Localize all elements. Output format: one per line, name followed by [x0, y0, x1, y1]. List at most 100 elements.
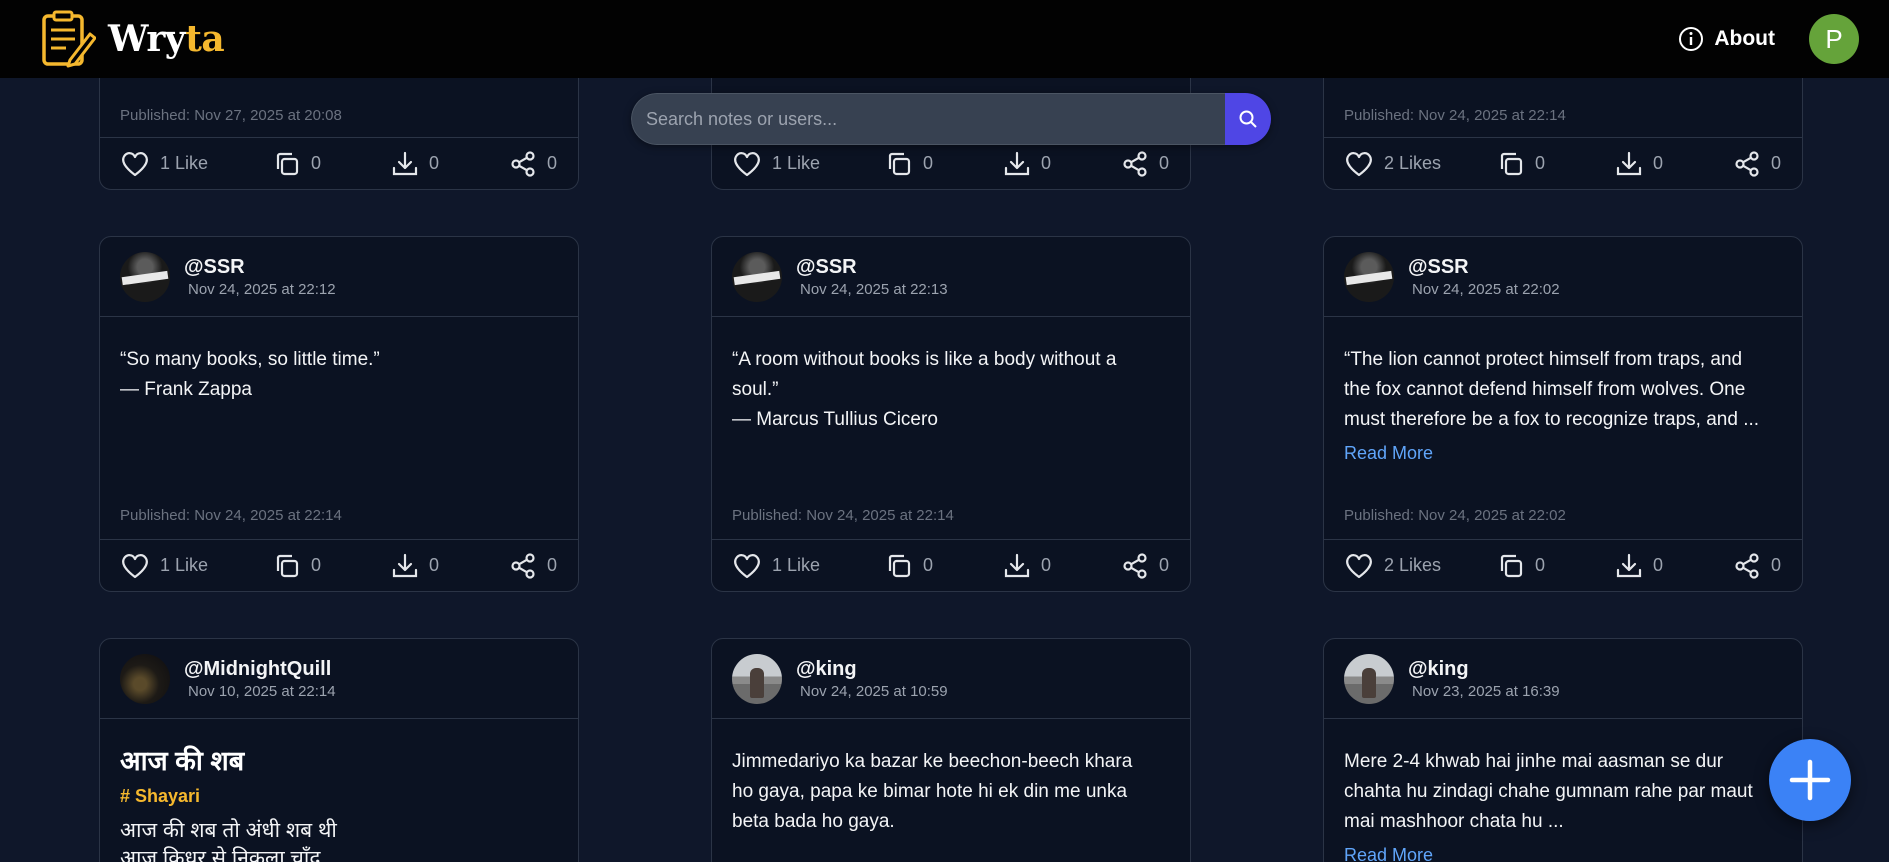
- share-button[interactable]: 0: [509, 552, 557, 580]
- search-button[interactable]: [1225, 93, 1271, 145]
- user-avatar[interactable]: P: [1809, 14, 1859, 64]
- share-icon: [511, 552, 535, 579]
- card-content[interactable]: आज की शब # Shayari आज की शब तो अंधी शब थ…: [100, 719, 578, 862]
- like-button[interactable]: 1 Like: [732, 552, 885, 580]
- download-button[interactable]: 0: [1615, 150, 1733, 178]
- copy-icon: [888, 152, 911, 175]
- copy-button[interactable]: 0: [273, 552, 391, 580]
- like-count: 2 Likes: [1384, 555, 1442, 575]
- copy-button[interactable]: 0: [885, 150, 1003, 178]
- note-line: — Frank Zappa: [120, 379, 252, 400]
- note-line: must therefore be a fox to recognize tra…: [1344, 409, 1760, 430]
- note-line: ho gaya, papa ke bimar hote hi ek din me…: [732, 781, 1128, 802]
- info-icon: [1679, 27, 1704, 51]
- note-card: Published: Nov 24, 2025 at 22:14 2 Likes…: [1323, 60, 1803, 190]
- share-button[interactable]: 0: [1733, 552, 1781, 580]
- about-link[interactable]: About: [1678, 26, 1775, 52]
- share-icon: [511, 150, 535, 177]
- download-button[interactable]: 0: [391, 150, 509, 178]
- card-header: @SSR Nov 24, 2025 at 22:13: [712, 237, 1190, 317]
- add-note-button[interactable]: [1769, 739, 1851, 821]
- published-date: Published: Nov 27, 2025 at 20:08: [120, 107, 342, 124]
- download-button[interactable]: 0: [1003, 150, 1121, 178]
- card-header: @SSR Nov 24, 2025 at 22:02: [1324, 237, 1802, 317]
- brand-name: Wryta: [108, 18, 225, 60]
- read-more-link[interactable]: Read More: [1344, 443, 1433, 464]
- author-username[interactable]: @SSR: [184, 256, 336, 279]
- brand-logo[interactable]: Wryta: [40, 10, 225, 68]
- note-line: beta bada ho gaya.: [732, 811, 895, 832]
- author-username[interactable]: @king: [1408, 658, 1560, 681]
- copy-count: 0: [923, 153, 934, 173]
- heart-icon: [122, 553, 148, 578]
- note-tag[interactable]: # Shayari: [120, 786, 558, 807]
- share-button[interactable]: 0: [509, 150, 557, 178]
- heart-icon: [122, 151, 148, 176]
- notepad-pen-icon: [42, 10, 96, 68]
- author-username[interactable]: @MidnightQuill: [184, 658, 336, 681]
- author-avatar[interactable]: [1344, 251, 1394, 302]
- download-button[interactable]: 0: [1003, 552, 1121, 580]
- note-line: — Marcus Tullius Cicero: [732, 409, 938, 430]
- author-avatar[interactable]: [1344, 653, 1394, 704]
- author-avatar[interactable]: [732, 251, 782, 302]
- note-card: @king Nov 24, 2025 at 10:59 Jimmedariyo …: [711, 638, 1191, 862]
- published-date: Published: Nov 24, 2025 at 22:14: [732, 507, 954, 524]
- share-count: 0: [1159, 153, 1170, 173]
- share-button[interactable]: 0: [1733, 150, 1781, 178]
- download-count: 0: [1041, 153, 1052, 173]
- search-input[interactable]: [631, 93, 1225, 145]
- download-button[interactable]: 0: [391, 552, 509, 580]
- download-icon: [1004, 553, 1030, 577]
- share-button[interactable]: 0: [1121, 150, 1169, 178]
- card-header: @king Nov 24, 2025 at 10:59: [712, 639, 1190, 719]
- like-button[interactable]: 1 Like: [120, 552, 273, 580]
- about-label: About: [1714, 27, 1775, 50]
- card-content[interactable]: Jimmedariyo ka bazar ke beechon-beech kh…: [712, 719, 1190, 837]
- like-button[interactable]: 2 Likes: [1344, 552, 1497, 580]
- share-button[interactable]: 0: [1121, 552, 1169, 580]
- author-avatar[interactable]: [120, 653, 170, 704]
- note-card: @king Nov 23, 2025 at 16:39 Mere 2-4 khw…: [1323, 638, 1803, 862]
- like-button[interactable]: 1 Like: [732, 150, 885, 178]
- note-line: आज किधर से निकला चाँद: [120, 847, 321, 862]
- share-icon: [1123, 150, 1147, 177]
- post-date: Nov 24, 2025 at 22:02: [1412, 280, 1560, 298]
- note-card: @MidnightQuill Nov 10, 2025 at 22:14 आज …: [99, 638, 579, 862]
- download-count: 0: [1653, 555, 1664, 575]
- card-content[interactable]: “The lion cannot protect himself from tr…: [1324, 317, 1802, 464]
- card-actions: 1 Like 0 0 0: [100, 539, 578, 591]
- download-count: 0: [429, 153, 440, 173]
- author-avatar[interactable]: [120, 251, 170, 302]
- note-line: soul.”: [732, 379, 779, 400]
- note-line: “So many books, so little time.”: [120, 349, 380, 370]
- copy-button[interactable]: 0: [1497, 552, 1615, 580]
- copy-button[interactable]: 0: [273, 150, 391, 178]
- note-line: Mere 2-4 khwab hai jinhe mai aasman se d…: [1344, 751, 1724, 772]
- card-content[interactable]: Mere 2-4 khwab hai jinhe mai aasman se d…: [1324, 719, 1802, 862]
- note-line: mai mashhoor chata hu ...: [1344, 811, 1564, 832]
- top-navbar: Wryta About P: [0, 0, 1889, 78]
- author-username[interactable]: @SSR: [1408, 256, 1560, 279]
- download-button[interactable]: 0: [1615, 552, 1733, 580]
- like-button[interactable]: 1 Like: [120, 150, 273, 178]
- published-date: Published: Nov 24, 2025 at 22:14: [120, 507, 342, 524]
- copy-button[interactable]: 0: [885, 552, 1003, 580]
- card-content[interactable]: “So many books, so little time.” — Frank…: [100, 317, 578, 405]
- like-count: 2 Likes: [1384, 153, 1442, 173]
- share-count: 0: [1771, 153, 1782, 173]
- author-username[interactable]: @SSR: [796, 256, 948, 279]
- share-count: 0: [1159, 555, 1170, 575]
- copy-icon: [888, 554, 911, 577]
- author-avatar[interactable]: [732, 653, 782, 704]
- note-card: Published: Nov 27, 2025 at 20:08 1 Like …: [99, 60, 579, 190]
- read-more-link[interactable]: Read More: [1344, 845, 1433, 862]
- like-button[interactable]: 2 Likes: [1344, 150, 1497, 178]
- author-username[interactable]: @king: [796, 658, 948, 681]
- card-content[interactable]: “A room without books is like a body wit…: [712, 317, 1190, 435]
- share-count: 0: [547, 153, 558, 173]
- copy-count: 0: [1535, 153, 1546, 173]
- copy-button[interactable]: 0: [1497, 150, 1615, 178]
- download-count: 0: [1041, 555, 1052, 575]
- post-date: Nov 24, 2025 at 10:59: [800, 682, 948, 700]
